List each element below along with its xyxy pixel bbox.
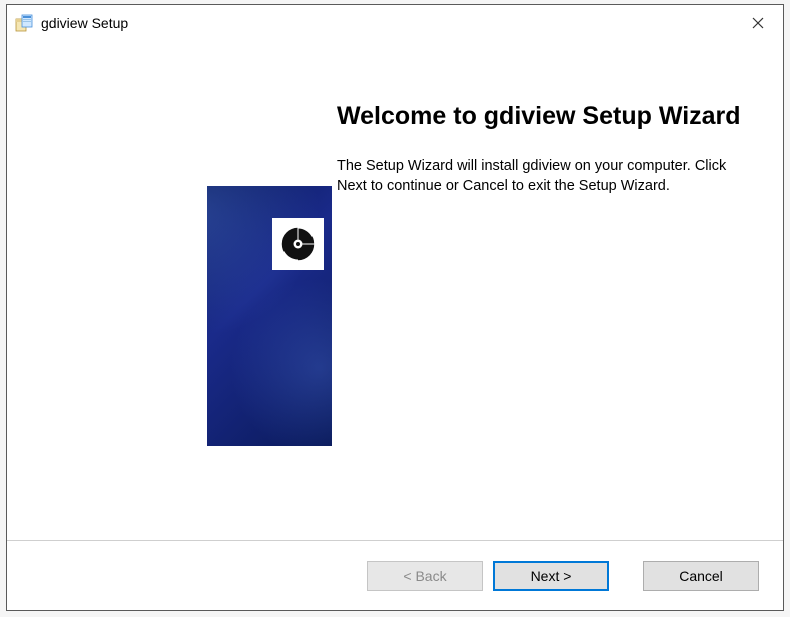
cd-icon	[272, 218, 324, 270]
close-button[interactable]	[733, 5, 783, 41]
wizard-content: Welcome to gdiview Setup Wizard The Setu…	[7, 41, 783, 540]
installer-box-icon	[15, 14, 33, 32]
window-title: gdiview Setup	[41, 15, 733, 31]
wizard-body-text: The Setup Wizard will install gdiview on…	[337, 157, 743, 196]
setup-window: gdiview Setup Wel	[6, 4, 784, 611]
cancel-button[interactable]: Cancel	[643, 561, 759, 591]
close-icon	[752, 17, 764, 29]
wizard-heading: Welcome to gdiview Setup Wizard	[337, 101, 743, 131]
button-bar: < Back Next > Cancel	[7, 540, 783, 610]
back-button: < Back	[367, 561, 483, 591]
next-button[interactable]: Next >	[493, 561, 609, 591]
titlebar: gdiview Setup	[7, 5, 783, 41]
side-banner	[207, 186, 332, 446]
